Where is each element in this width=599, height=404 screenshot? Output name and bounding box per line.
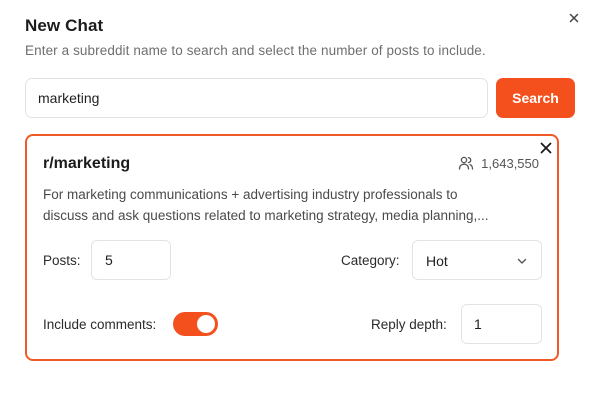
new-chat-dialog: New Chat Enter a subreddit name to searc… xyxy=(0,0,599,368)
member-count: 1,643,550 xyxy=(458,155,539,171)
subreddit-card: r/marketing 1,643,550 For marketing comm… xyxy=(25,134,559,361)
category-label: Category: xyxy=(341,253,400,268)
description-line: For marketing communications + advertisi… xyxy=(43,187,458,202)
include-comments-toggle[interactable] xyxy=(173,312,218,336)
reply-depth-input[interactable] xyxy=(461,304,542,344)
subreddit-name: r/marketing xyxy=(43,155,131,172)
toggle-knob xyxy=(197,315,215,333)
category-selected-value: Hot xyxy=(426,253,448,269)
category-select[interactable]: Hot xyxy=(412,240,542,280)
posts-count-input[interactable] xyxy=(91,240,171,280)
users-icon xyxy=(458,155,474,171)
reply-depth-label: Reply depth: xyxy=(371,317,447,332)
dialog-title: New Chat xyxy=(25,16,104,35)
member-count-value: 1,643,550 xyxy=(481,155,539,171)
dialog-subtitle: Enter a subreddit name to search and sel… xyxy=(25,43,486,58)
close-icon xyxy=(540,142,552,154)
subreddit-search-input[interactable] xyxy=(25,78,488,118)
search-button[interactable]: Search xyxy=(496,78,575,118)
subreddit-description: For marketing communications + advertisi… xyxy=(43,184,543,226)
posts-label: Posts: xyxy=(43,253,81,268)
close-icon xyxy=(566,10,582,26)
close-dialog-button[interactable] xyxy=(566,10,582,26)
include-comments-label: Include comments: xyxy=(43,317,157,332)
remove-subreddit-button[interactable] xyxy=(540,142,552,154)
chevron-down-icon xyxy=(516,255,528,267)
description-line: discuss and ask questions related to mar… xyxy=(43,208,489,223)
